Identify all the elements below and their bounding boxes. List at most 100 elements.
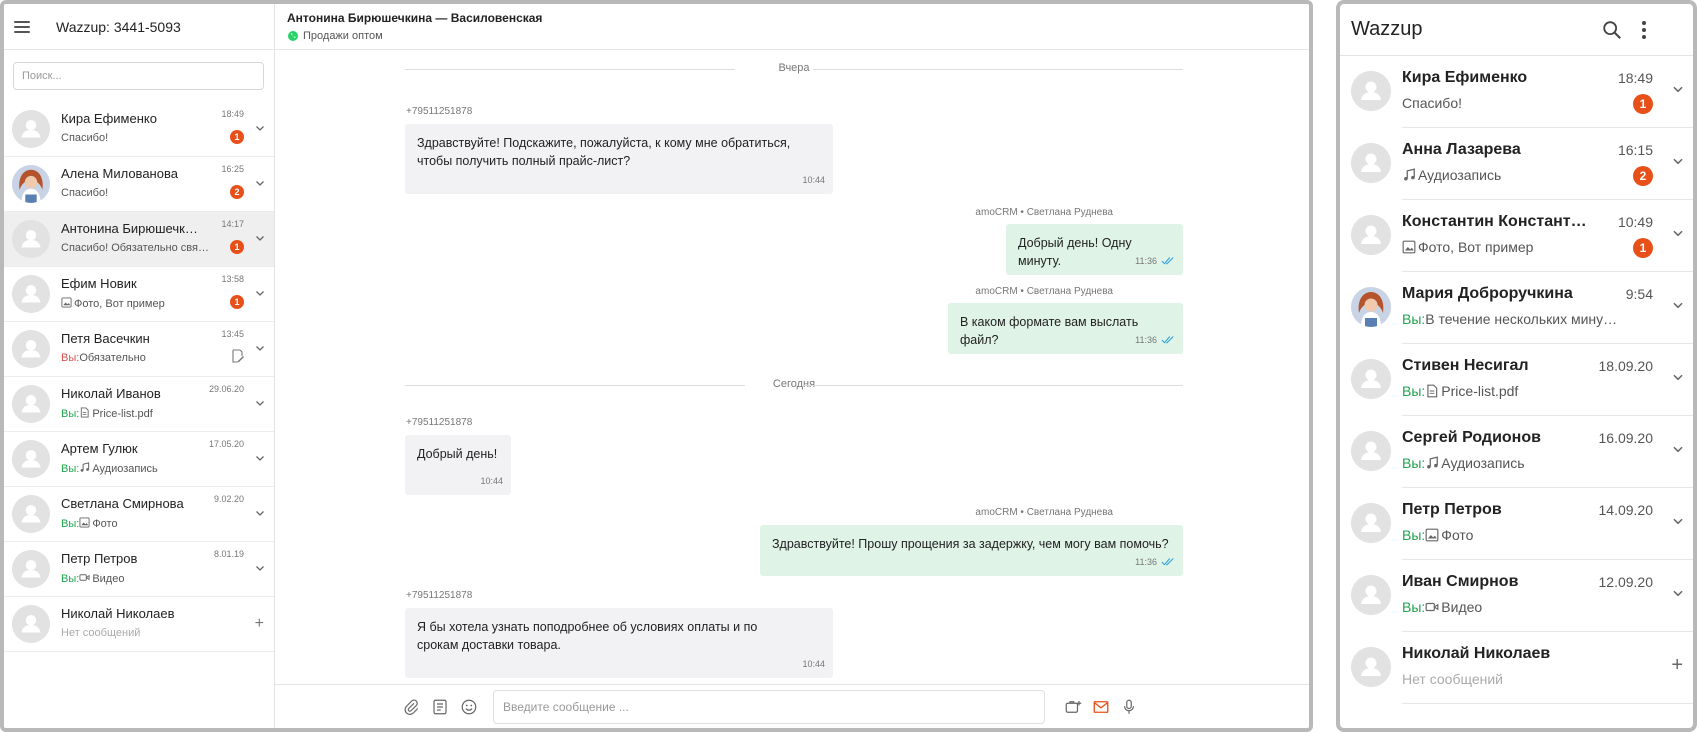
chat-item[interactable]: Кира Ефименко 18:49 Спасибо! 1 [1340, 56, 1693, 128]
message-sender: amoCRM • Светлана Руднева [975, 507, 1113, 518]
message-text: Я бы хотела узнать поподробнее об услови… [417, 620, 758, 652]
image-icon [1425, 528, 1439, 542]
paperclip-icon[interactable] [402, 698, 420, 716]
emoji-icon[interactable] [460, 698, 478, 716]
message-input[interactable]: Введите сообщение ... [493, 690, 1045, 724]
unread-badge: 1 [230, 295, 244, 309]
search-icon[interactable] [1601, 19, 1623, 41]
unread-badge: 1 [1633, 238, 1653, 258]
image-icon [79, 517, 90, 528]
chat-item[interactable]: Светлана Смирнова 9.02.20 Вы: Фото [4, 487, 274, 542]
add-deal-icon[interactable] [1064, 698, 1082, 716]
preview-text: Фото [92, 518, 118, 530]
contact-name: Алена Милованова [61, 166, 178, 181]
you-label: Вы: [1402, 383, 1426, 399]
day-separator-yesterday: Вчера [405, 62, 1183, 76]
music-icon [1425, 456, 1439, 470]
message-time: 10:44 [480, 476, 503, 486]
unread-badge: 1 [230, 240, 244, 254]
double-check-icon [1161, 336, 1174, 344]
chevron-down-icon[interactable] [254, 287, 266, 299]
chat-item[interactable]: Константин Константинов 10:49 Фото, Вот пр… [1340, 200, 1693, 272]
chat-item[interactable]: Мария Доброручкина 9:54 Вы:В течение неско… [1340, 272, 1693, 344]
you-label: Вы: [61, 352, 80, 364]
avatar [1351, 215, 1391, 255]
app-title: Wazzup: 3441-5093 [56, 18, 181, 35]
chat-time: 13:58 [221, 274, 244, 284]
menu-icon[interactable] [14, 20, 30, 33]
chevron-down-icon[interactable] [1671, 514, 1685, 528]
avatar [1351, 287, 1391, 327]
chat-item[interactable]: Николай Николаев Нет сообщений + [1340, 632, 1693, 704]
chat-item[interactable]: Петр Петров 14.09.20 Вы: Фото [1340, 488, 1693, 560]
preview-text: Price-list.pdf [92, 408, 153, 420]
chat-item[interactable]: Сергей Родионов 16.09.20 Вы: Аудиозапись [1340, 416, 1693, 488]
music-icon [1402, 168, 1416, 182]
message-time: 11:36 [1135, 331, 1175, 349]
contact-name: Артем Гулюк [61, 441, 138, 456]
search-input[interactable]: Поиск... [13, 62, 264, 90]
chevron-down-icon[interactable] [254, 507, 266, 519]
chat-item[interactable]: Кира Ефименко 18:49 Спасибо! 1 [4, 102, 274, 157]
add-icon[interactable]: + [1671, 654, 1683, 677]
chat-item[interactable]: Стивен Несигал 18.09.20 Вы: Price-list.pdf [1340, 344, 1693, 416]
chevron-down-icon[interactable] [1671, 442, 1685, 456]
mobile-window: Wazzup Кира Ефименко 18:49 Спасибо! 1 Анна Л… [1336, 0, 1697, 732]
chat-item[interactable]: Петр Петров 8.01.19 Вы: Видео [4, 542, 274, 597]
mobile-chat-list: Кира Ефименко 18:49 Спасибо! 1 Анна Лазарева… [1340, 56, 1693, 704]
chevron-down-icon[interactable] [254, 342, 266, 354]
message-outgoing[interactable]: В каком формате вам выслать файл? 11:36 [948, 303, 1183, 354]
message-text: Здравствуйте! Подскажите, пожалуйста, к … [417, 136, 791, 168]
chevron-down-icon[interactable] [254, 122, 266, 134]
message-outgoing[interactable]: Добрый день! Одну минуту. 11:36 [1006, 224, 1183, 275]
contact-name: Иван Смирнов [1402, 573, 1519, 590]
contact-name: Кира Ефименко [1402, 69, 1528, 86]
add-icon[interactable]: + [255, 615, 264, 633]
chat-time: 18:49 [1617, 70, 1653, 86]
avatar [1351, 359, 1391, 399]
message-incoming[interactable]: Добрый день! 10:44 [405, 435, 511, 495]
message-incoming[interactable]: Здравствуйте! Подскажите, пожалуйста, к … [405, 124, 833, 194]
chevron-down-icon[interactable] [1671, 226, 1685, 240]
chat-preview: Фото, Вот пример [61, 297, 211, 310]
chat-item[interactable]: Антонина Бирюшечкина 14:17 Спасибо! Обязат… [4, 212, 274, 267]
chat-item[interactable]: Алена Милованова 16:25 Спасибо! 2 [4, 157, 274, 212]
chat-item[interactable]: Петя Васечкин 13:45 Вы:Обязательно [4, 322, 274, 377]
avatar [12, 440, 50, 478]
chat-item[interactable]: Артем Гулюк 17.05.20 Вы: Аудиозапись [4, 432, 274, 487]
microphone-icon[interactable] [1120, 698, 1138, 716]
chevron-down-icon[interactable] [254, 562, 266, 574]
chevron-down-icon[interactable] [1671, 370, 1685, 384]
chevron-down-icon[interactable] [254, 452, 266, 464]
message-outgoing[interactable]: Здравствуйте! Прошу прощения за задержку… [760, 525, 1183, 576]
chevron-down-icon[interactable] [254, 232, 266, 244]
you-label: Вы: [1402, 455, 1426, 471]
contact-name: Стивен Несигал [1402, 357, 1529, 374]
chat-item[interactable]: Николай Николаев Нет сообщений + [4, 597, 274, 652]
preview-text: Аудиозапись [92, 463, 158, 475]
chevron-down-icon[interactable] [254, 177, 266, 189]
channel-name: Продажи оптом [303, 30, 383, 42]
chat-preview: Вы: Price-list.pdf [1402, 383, 1622, 399]
chat-item[interactable]: Анна Лазарева 16:15 Аудиозапись 2 [1340, 128, 1693, 200]
chevron-down-icon[interactable] [1671, 82, 1685, 96]
mail-icon[interactable] [1092, 698, 1110, 716]
template-icon[interactable] [431, 698, 449, 716]
message-incoming[interactable]: Я бы хотела узнать поподробнее об услови… [405, 608, 833, 678]
message-sender: +79511251878 [406, 417, 473, 428]
chat-item[interactable]: Николай Иванов 29.06.20 Вы: Price-list.pdf [4, 377, 274, 432]
chat-preview: Вы: Аудиозапись [61, 462, 211, 475]
chevron-down-icon[interactable] [254, 397, 266, 409]
chat-item[interactable]: Ефим Новик 13:58 Фото, Вот пример 1 [4, 267, 274, 322]
more-vertical-icon[interactable] [1641, 19, 1647, 41]
chevron-down-icon[interactable] [1671, 298, 1685, 312]
chat-item[interactable]: Иван Смирнов 12.09.20 Вы: Видео [1340, 560, 1693, 632]
avatar [12, 495, 50, 533]
mobile-app-title: Wazzup [1351, 18, 1423, 40]
preview-text: Фото, Вот пример [74, 298, 165, 310]
contact-name: Мария Доброручкина [1402, 285, 1573, 302]
chevron-down-icon[interactable] [1671, 586, 1685, 600]
chevron-down-icon[interactable] [1671, 154, 1685, 168]
chat-preview: Вы: Видео [61, 572, 211, 585]
message-sender: amoCRM • Светлана Руднева [975, 207, 1113, 218]
